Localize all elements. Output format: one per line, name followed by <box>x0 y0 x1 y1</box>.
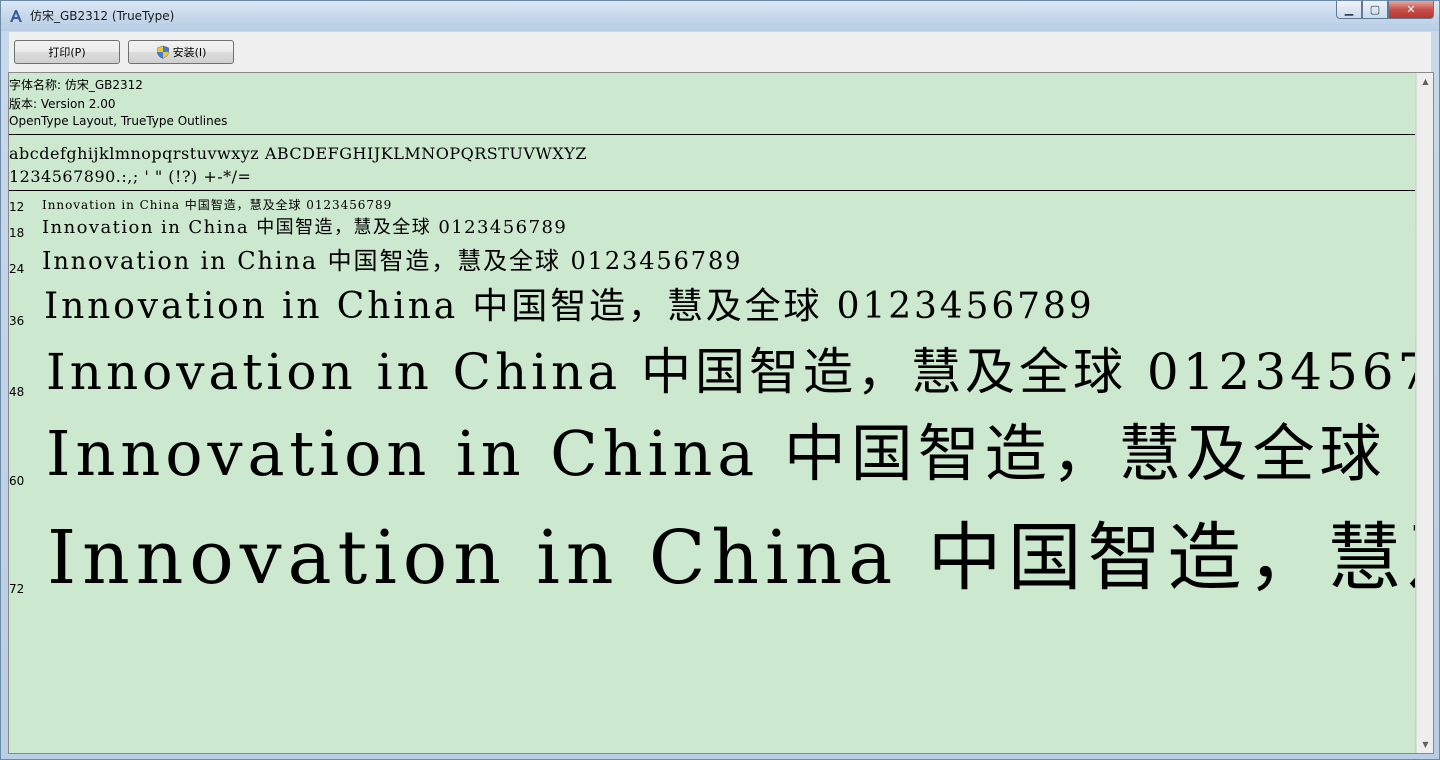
maximize-button[interactable]: ▢ <box>1362 1 1388 19</box>
vertical-scrollbar[interactable]: ▲ ▼ <box>1416 73 1434 753</box>
sample-size-label: 24 <box>9 262 25 276</box>
sample-size-label: 36 <box>9 314 25 328</box>
sample-text: Innovation in China 中国智造，慧及全球 0123456789 <box>44 286 1095 327</box>
title-bar[interactable]: 仿宋_GB2312 (TrueType) ▁ ▢ ✕ <box>1 1 1439 31</box>
sample-text: Innovation in China 中国智造，慧及全球 0123456789 <box>42 198 393 212</box>
divider <box>9 134 1415 135</box>
charset-digits: 1234567890.:,; ' " (!?) +-*/= <box>9 167 252 186</box>
minimize-button[interactable]: ▁ <box>1336 1 1362 19</box>
uac-shield-icon <box>156 45 169 59</box>
sample-text: Innovation in China 中国智造，慧及全球 0123456789 <box>46 417 1415 490</box>
toolbar: 打印(P) 安装(I) <box>9 32 1431 73</box>
sample-size-label: 18 <box>9 226 25 240</box>
font-viewer-icon <box>10 10 22 22</box>
print-button-label: 打印(P) <box>48 46 86 59</box>
arrow-down-icon: ▼ <box>1422 740 1429 749</box>
sample-text: Innovation in China 中国智造，慧及全球 0123456789 <box>46 343 1415 401</box>
sample-text: Innovation in China 中国智造，慧及全球 0123456789 <box>47 515 1415 601</box>
font-name-label: 字体名称: 仿宋_GB2312 <box>9 78 143 92</box>
font-viewer-window: 仿宋_GB2312 (TrueType) ▁ ▢ ✕ 打印(P) 安装(I) 字… <box>0 0 1440 760</box>
install-button[interactable]: 安装(I) <box>128 40 234 64</box>
install-button-label: 安装(I) <box>172 46 207 59</box>
maximize-icon: ▢ <box>1369 3 1381 16</box>
close-icon: ✕ <box>1406 3 1416 16</box>
sample-size-label: 12 <box>9 200 25 214</box>
window-title: 仿宋_GB2312 (TrueType) <box>30 9 175 23</box>
charset-letters: abcdefghijklmnopqrstuvwxyz ABCDEFGHIJKLM… <box>9 144 587 163</box>
minimize-icon: ▁ <box>1344 3 1354 16</box>
arrow-up-icon: ▲ <box>1422 77 1429 86</box>
close-button[interactable]: ✕ <box>1388 1 1434 19</box>
divider <box>9 190 1415 191</box>
print-button[interactable]: 打印(P) <box>14 40 120 64</box>
font-type-label: OpenType Layout, TrueType Outlines <box>9 114 228 128</box>
sample-size-label: 60 <box>9 474 25 488</box>
font-version-label: 版本: Version 2.00 <box>9 97 116 111</box>
sample-size-label: 72 <box>9 582 25 596</box>
sample-text: Innovation in China 中国智造，慧及全球 0123456789 <box>42 217 568 238</box>
scroll-down-button[interactable]: ▼ <box>1417 736 1434 753</box>
font-preview-area[interactable]: 字体名称: 仿宋_GB2312 版本: Version 2.00 OpenTyp… <box>9 73 1415 753</box>
sample-size-label: 48 <box>9 385 25 399</box>
caption-buttons: ▁ ▢ ✕ <box>1336 1 1434 21</box>
scroll-up-button[interactable]: ▲ <box>1417 73 1434 90</box>
sample-text: Innovation in China 中国智造，慧及全球 0123456789 <box>42 247 743 275</box>
